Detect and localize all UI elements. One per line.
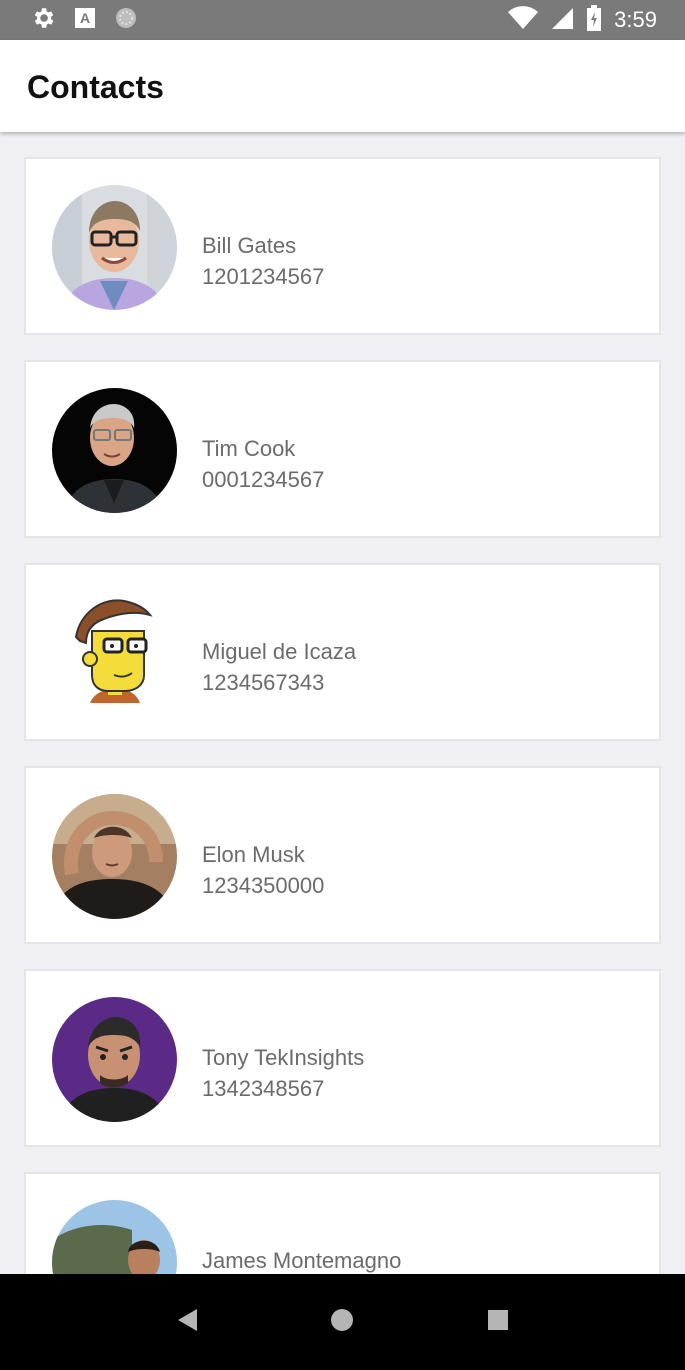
contact-card-bill-gates[interactable]: Bill Gates 1201234567	[24, 157, 661, 335]
contact-phone: 1201234567	[202, 264, 325, 289]
contact-name: Miguel de Icaza	[202, 639, 357, 664]
home-icon[interactable]	[329, 1307, 355, 1338]
contact-phone: 0001234567	[202, 467, 325, 492]
contact-list[interactable]: Bill Gates 1201234567 Tim Cook 000123456…	[0, 132, 685, 1274]
avatar	[52, 794, 177, 919]
battery-charging-icon	[586, 4, 602, 36]
avatar	[52, 388, 177, 513]
contact-phone: 1234567343	[202, 670, 325, 695]
page-title: Contacts	[27, 69, 164, 105]
avatar	[52, 591, 177, 716]
contact-card-elon-musk[interactable]: Elon Musk 1234350000	[24, 766, 661, 944]
sync-icon	[114, 6, 138, 35]
system-nav-bar	[0, 1274, 685, 1370]
back-icon[interactable]	[175, 1307, 199, 1338]
avatar	[52, 185, 177, 310]
contact-card-miguel-de-icaza[interactable]: Miguel de Icaza 1234567343	[24, 563, 661, 741]
wifi-icon	[508, 5, 539, 35]
contact-phone: 1342348567	[202, 1076, 325, 1101]
svg-text:A: A	[80, 10, 90, 26]
avatar	[52, 997, 177, 1122]
contact-card-tim-cook[interactable]: Tim Cook 0001234567	[24, 360, 661, 538]
contact-card-tony-tekinsights[interactable]: Tony TekInsights 1342348567	[24, 969, 661, 1147]
signal-icon	[550, 6, 574, 35]
status-time: 3:59	[614, 7, 657, 32]
contact-name: Tony TekInsights	[202, 1045, 365, 1070]
avatar	[52, 1200, 177, 1274]
contact-card-james-montemagno[interactable]: James Montemagno	[24, 1172, 661, 1274]
app-bar: Contacts	[0, 40, 685, 132]
gear-icon	[30, 5, 56, 36]
recents-icon[interactable]	[486, 1308, 510, 1337]
contact-name: Bill Gates	[202, 233, 297, 258]
contact-phone: 1234350000	[202, 873, 325, 898]
text-icon: A	[74, 7, 96, 34]
status-bar: A 3:59	[0, 0, 685, 40]
contact-name: James Montemagno	[202, 1248, 402, 1273]
contact-name: Elon Musk	[202, 842, 305, 867]
contact-name: Tim Cook	[202, 436, 296, 461]
